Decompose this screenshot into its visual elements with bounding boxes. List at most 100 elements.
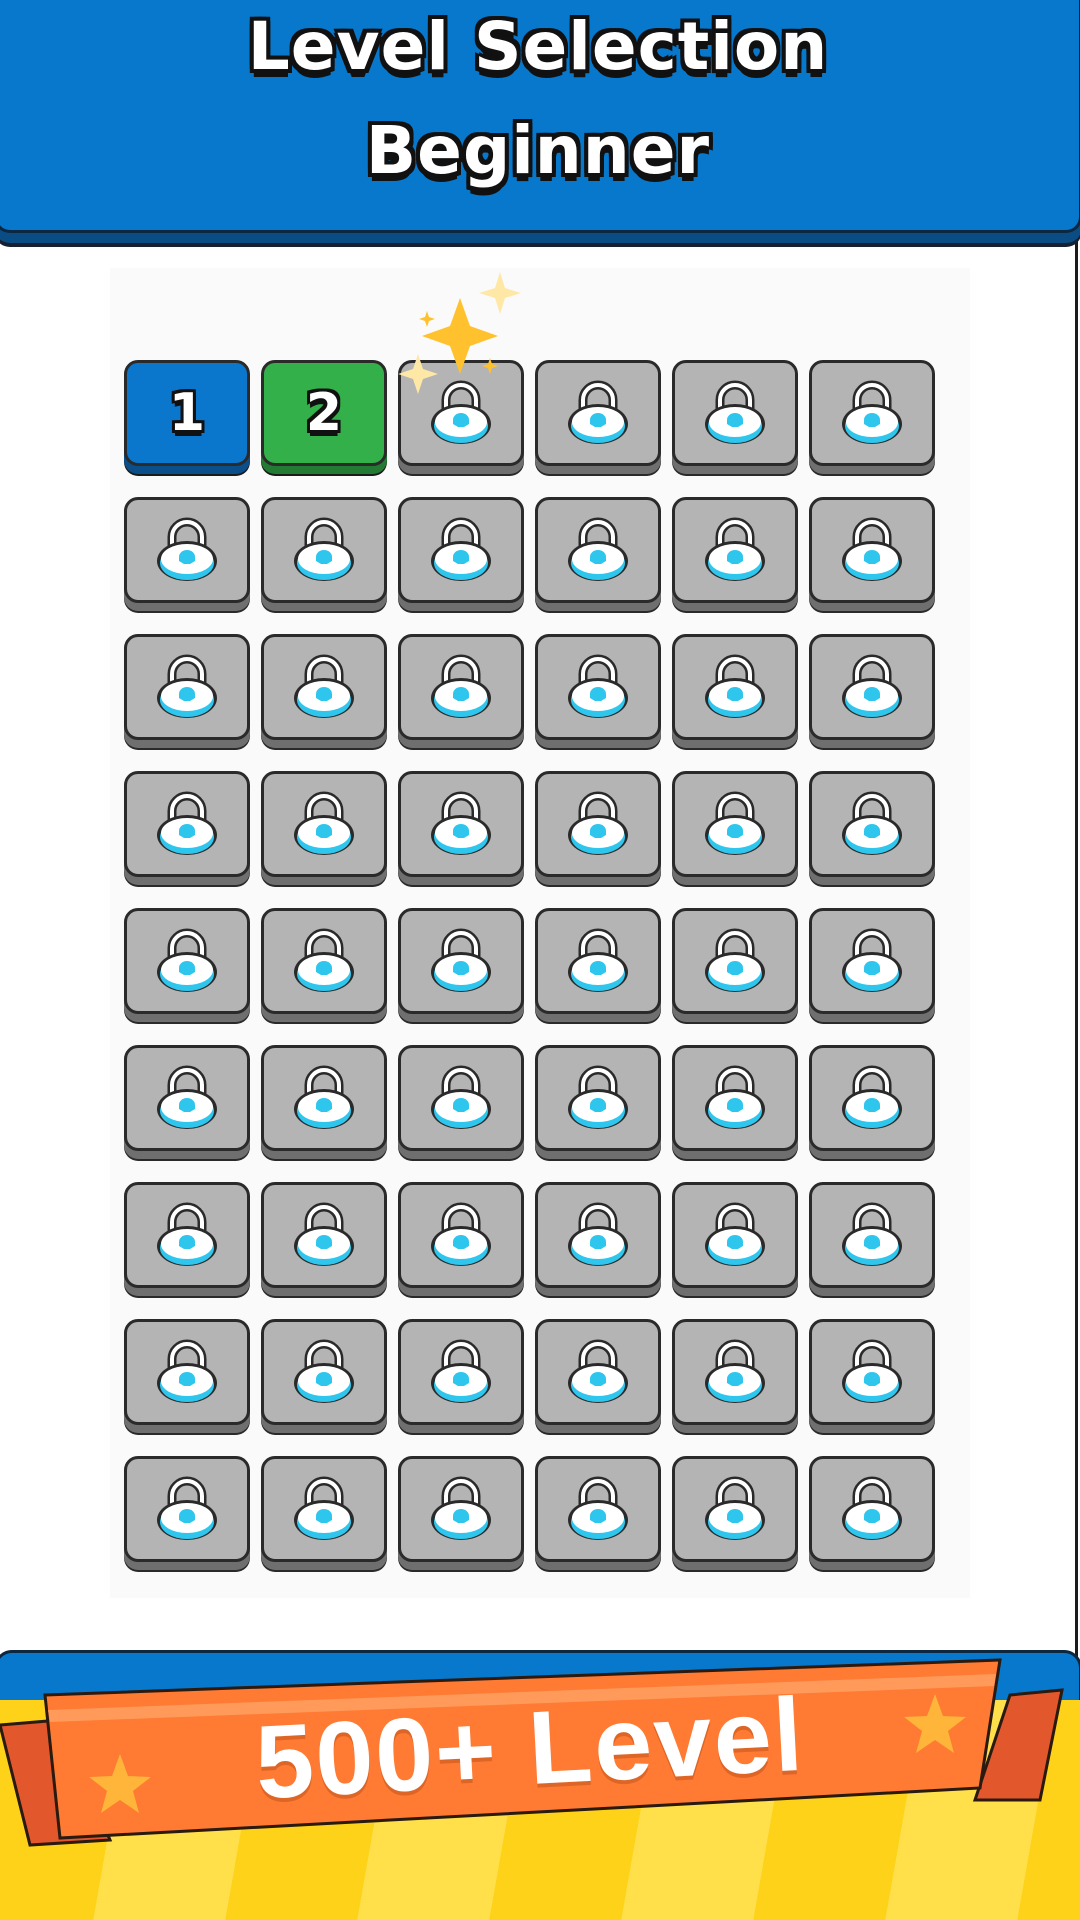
- padlock-icon: [563, 380, 633, 446]
- padlock-icon: [837, 1476, 907, 1542]
- locked-level-tile[interactable]: [124, 1319, 250, 1425]
- padlock-icon: [152, 928, 222, 994]
- locked-level-tile[interactable]: [261, 1456, 387, 1562]
- locked-level-tile[interactable]: [398, 1319, 524, 1425]
- locked-level-tile[interactable]: [672, 360, 798, 466]
- padlock-icon: [563, 1339, 633, 1405]
- locked-level-tile[interactable]: [809, 634, 935, 740]
- padlock-icon: [563, 1202, 633, 1268]
- locked-level-tile[interactable]: [261, 771, 387, 877]
- padlock-icon: [289, 654, 359, 720]
- padlock-icon: [426, 1202, 496, 1268]
- locked-level-tile[interactable]: [672, 771, 798, 877]
- locked-level-tile[interactable]: [261, 497, 387, 603]
- locked-level-tile[interactable]: [809, 1319, 935, 1425]
- locked-level-tile[interactable]: [672, 1182, 798, 1288]
- padlock-icon: [289, 517, 359, 583]
- sparkle-icon: [398, 272, 521, 394]
- locked-level-tile[interactable]: [261, 1045, 387, 1151]
- padlock-icon: [426, 654, 496, 720]
- padlock-icon: [700, 517, 770, 583]
- level-tile-1[interactable]: 1: [124, 360, 250, 466]
- padlock-icon: [152, 1476, 222, 1542]
- padlock-icon: [700, 1202, 770, 1268]
- locked-level-tile[interactable]: [398, 497, 524, 603]
- locked-level-tile[interactable]: [535, 634, 661, 740]
- locked-level-tile[interactable]: [672, 634, 798, 740]
- locked-level-tile[interactable]: [535, 497, 661, 603]
- padlock-icon: [563, 1476, 633, 1542]
- padlock-icon: [289, 1202, 359, 1268]
- locked-level-tile[interactable]: [672, 1456, 798, 1562]
- padlock-icon: [837, 1202, 907, 1268]
- locked-level-tile[interactable]: [672, 1045, 798, 1151]
- padlock-icon: [837, 380, 907, 446]
- padlock-icon: [426, 517, 496, 583]
- padlock-icon: [563, 1065, 633, 1131]
- padlock-icon: [426, 1476, 496, 1542]
- padlock-icon: [837, 791, 907, 857]
- header-bar: Level Selection Beginner: [0, 0, 1080, 233]
- locked-level-tile[interactable]: [809, 1045, 935, 1151]
- locked-level-tile[interactable]: [124, 1182, 250, 1288]
- padlock-icon: [700, 1339, 770, 1405]
- locked-level-tile[interactable]: [672, 1319, 798, 1425]
- locked-level-tile[interactable]: [535, 1182, 661, 1288]
- locked-level-tile[interactable]: [124, 1045, 250, 1151]
- padlock-icon: [837, 1065, 907, 1131]
- locked-level-tile[interactable]: [809, 360, 935, 466]
- padlock-icon: [700, 654, 770, 720]
- page-title: Level Selection: [247, 8, 829, 85]
- locked-level-tile[interactable]: [261, 1319, 387, 1425]
- locked-level-tile[interactable]: [535, 1319, 661, 1425]
- padlock-icon: [837, 1339, 907, 1405]
- padlock-icon: [700, 380, 770, 446]
- level-tile-2[interactable]: 2: [261, 360, 387, 466]
- frame-edge: [1075, 0, 1078, 1660]
- locked-level-tile[interactable]: [398, 1456, 524, 1562]
- padlock-icon: [700, 1065, 770, 1131]
- padlock-icon: [152, 1339, 222, 1405]
- padlock-icon: [700, 928, 770, 994]
- padlock-icon: [700, 1476, 770, 1542]
- locked-level-tile[interactable]: [535, 1045, 661, 1151]
- locked-level-tile[interactable]: [124, 497, 250, 603]
- locked-level-tile[interactable]: [398, 1045, 524, 1151]
- locked-level-tile[interactable]: [124, 634, 250, 740]
- locked-level-tile[interactable]: [261, 1182, 387, 1288]
- padlock-icon: [426, 1339, 496, 1405]
- locked-level-tile[interactable]: [809, 771, 935, 877]
- locked-level-tile[interactable]: [535, 908, 661, 1014]
- locked-level-tile[interactable]: [535, 1456, 661, 1562]
- locked-level-tile[interactable]: [398, 634, 524, 740]
- locked-level-tile[interactable]: [398, 1182, 524, 1288]
- locked-level-tile[interactable]: [124, 771, 250, 877]
- locked-level-tile[interactable]: [672, 908, 798, 1014]
- locked-level-tile[interactable]: [672, 497, 798, 603]
- locked-level-tile[interactable]: [124, 1456, 250, 1562]
- difficulty-label: Beginner: [365, 112, 711, 189]
- locked-level-tile[interactable]: [398, 908, 524, 1014]
- padlock-icon: [426, 791, 496, 857]
- padlock-icon: [700, 791, 770, 857]
- locked-level-tile[interactable]: [261, 634, 387, 740]
- locked-level-tile[interactable]: [809, 1182, 935, 1288]
- locked-level-tile[interactable]: [809, 497, 935, 603]
- padlock-icon: [563, 517, 633, 583]
- padlock-icon: [152, 517, 222, 583]
- padlock-icon: [289, 1065, 359, 1131]
- padlock-icon: [289, 791, 359, 857]
- padlock-icon: [152, 791, 222, 857]
- level-grid: 1 2: [124, 360, 935, 1562]
- padlock-icon: [563, 654, 633, 720]
- locked-level-tile[interactable]: [124, 908, 250, 1014]
- locked-level-tile[interactable]: [535, 360, 661, 466]
- locked-level-tile[interactable]: [261, 908, 387, 1014]
- locked-level-tile[interactable]: [809, 1456, 935, 1562]
- level-number: 2: [305, 383, 343, 443]
- padlock-icon: [563, 791, 633, 857]
- locked-level-tile[interactable]: [535, 771, 661, 877]
- level-number: 1: [168, 383, 206, 443]
- locked-level-tile[interactable]: [809, 908, 935, 1014]
- locked-level-tile[interactable]: [398, 771, 524, 877]
